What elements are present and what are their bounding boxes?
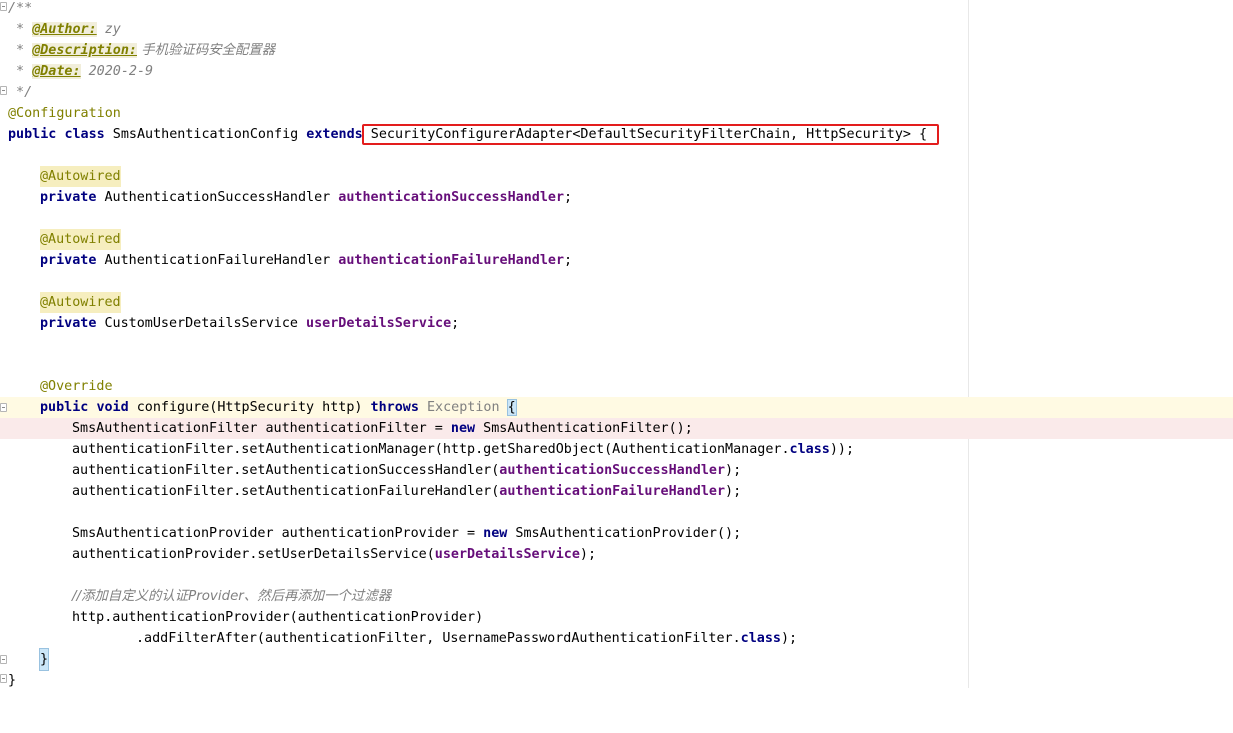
- code-line-15[interactable]: @Autowired: [0, 292, 1233, 313]
- statement-set-manager: authenticationFilter.setAuthenticationMa…: [72, 442, 855, 457]
- statement-new-provider: SmsAuthenticationProvider authentication…: [72, 526, 742, 541]
- code-line-19[interactable]: @Override: [0, 376, 1233, 397]
- doc-comment-close: */: [8, 85, 33, 100]
- annotation-override: @Override: [40, 379, 113, 394]
- fold-toggle-icon[interactable]: [0, 674, 7, 683]
- fold-toggle-icon[interactable]: [0, 403, 7, 412]
- method-declaration: public void configure(HttpSecurity http)…: [40, 399, 517, 416]
- code-line-1[interactable]: /**: [0, 0, 1233, 19]
- code-line-32[interactable]: }: [0, 648, 1233, 671]
- doc-comment-open: /**: [8, 1, 33, 16]
- code-line-12[interactable]: @Autowired: [0, 229, 1233, 250]
- field-user-details-service: private CustomUserDetailsService userDet…: [40, 316, 460, 331]
- statement-add-filter-after: .addFilterAfter(authenticationFilter, Us…: [136, 631, 798, 646]
- code-line-24[interactable]: authenticationFilter.setAuthenticationFa…: [0, 481, 1233, 502]
- highlight-box: [362, 124, 939, 145]
- doc-description: * @Description: 手机验证码安全配置器: [8, 43, 276, 58]
- fold-toggle-icon[interactable]: [0, 86, 7, 95]
- doc-date: * @Date: 2020-2-9: [8, 64, 154, 79]
- code-line-9[interactable]: @Autowired: [0, 166, 1233, 187]
- code-line-4[interactable]: * @Date: 2020-2-9: [0, 61, 1233, 82]
- code-line-22[interactable]: authenticationFilter.setAuthenticationMa…: [0, 439, 1233, 460]
- annotation-autowired: @Autowired: [40, 166, 121, 187]
- statement-new-filter: SmsAuthenticationFilter authenticationFi…: [72, 421, 693, 436]
- code-line-21[interactable]: SmsAuthenticationFilter authenticationFi…: [0, 418, 1233, 439]
- fold-toggle-icon[interactable]: [0, 2, 7, 11]
- matched-brace: {: [506, 399, 517, 416]
- doc-author: * @Author: zy: [8, 22, 121, 37]
- field-failure-handler: private AuthenticationFailureHandler aut…: [40, 253, 573, 268]
- statement-set-success: authenticationFilter.setAuthenticationSu…: [72, 463, 742, 478]
- annotation-autowired: @Autowired: [40, 229, 121, 250]
- code-line-29[interactable]: //添加自定义的认证Provider、然后再添加一个过滤器: [0, 586, 1233, 607]
- code-line-6[interactable]: @Configuration: [0, 103, 1233, 124]
- code-line-20[interactable]: public void configure(HttpSecurity http)…: [0, 397, 1233, 418]
- code-line-27[interactable]: authenticationProvider.setUserDetailsSer…: [0, 544, 1233, 565]
- annotation-autowired: @Autowired: [40, 292, 121, 313]
- code-line-31[interactable]: .addFilterAfter(authenticationFilter, Us…: [0, 628, 1233, 649]
- code-line-16[interactable]: private CustomUserDetailsService userDet…: [0, 313, 1233, 334]
- method-closing-brace: }: [38, 648, 50, 671]
- statement-set-user-details: authenticationProvider.setUserDetailsSer…: [72, 547, 597, 562]
- code-line-23[interactable]: authenticationFilter.setAuthenticationSu…: [0, 460, 1233, 481]
- line-comment: //添加自定义的认证Provider、然后再添加一个过滤器: [72, 589, 392, 604]
- code-line-30[interactable]: http.authenticationProvider(authenticati…: [0, 607, 1233, 628]
- fold-toggle-icon[interactable]: [0, 655, 7, 664]
- code-line-13[interactable]: private AuthenticationFailureHandler aut…: [0, 250, 1233, 271]
- code-line-2[interactable]: * @Author: zy: [0, 19, 1233, 40]
- statement-http-provider: http.authenticationProvider(authenticati…: [72, 610, 484, 625]
- code-line-10[interactable]: private AuthenticationSuccessHandler aut…: [0, 187, 1233, 208]
- code-line-3[interactable]: * @Description: 手机验证码安全配置器: [0, 40, 1233, 61]
- statement-set-failure: authenticationFilter.setAuthenticationFa…: [72, 484, 742, 499]
- field-success-handler: private AuthenticationSuccessHandler aut…: [40, 190, 573, 205]
- annotation-configuration: @Configuration: [8, 106, 121, 121]
- code-line-5[interactable]: */: [0, 82, 1233, 103]
- code-line-26[interactable]: SmsAuthenticationProvider authentication…: [0, 523, 1233, 544]
